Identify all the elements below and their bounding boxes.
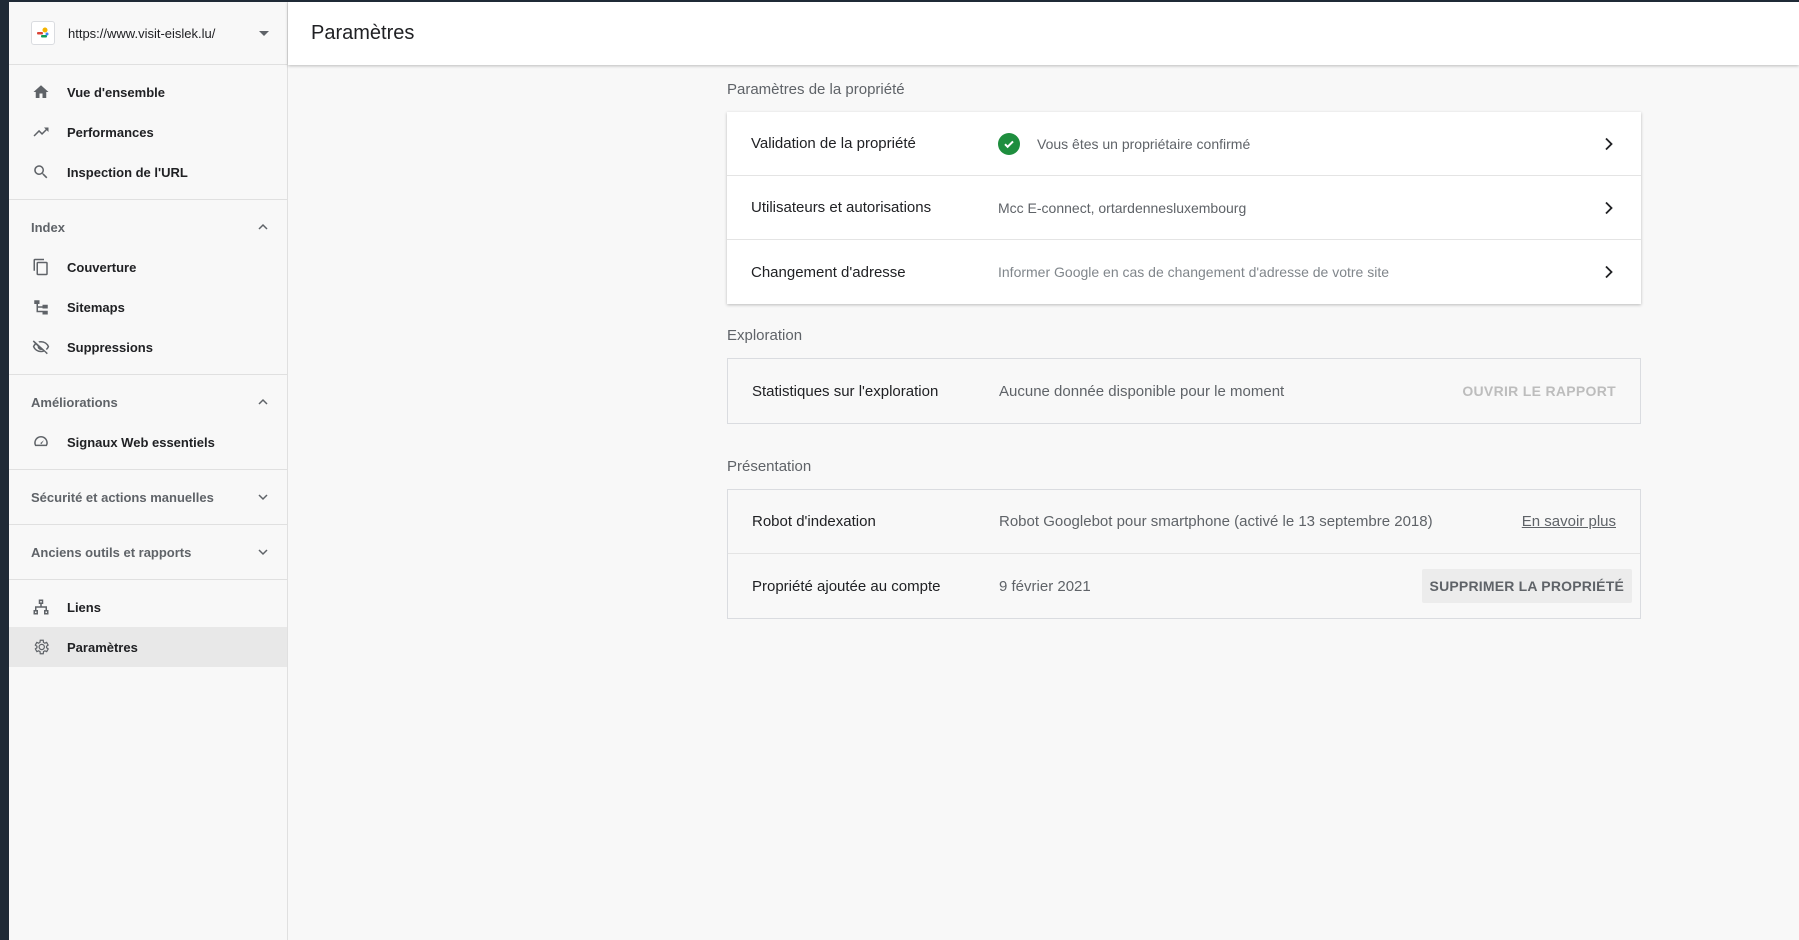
- row-title: Propriété ajoutée au compte: [752, 577, 941, 595]
- section-title: Index: [31, 219, 65, 235]
- row-title: Robot d'indexation: [752, 513, 876, 530]
- page-header: Paramètres: [288, 2, 1799, 65]
- property-settings-card: Validation de la propriété Vous êtes un …: [727, 112, 1641, 304]
- nav-group-legacy: Anciens outils et rapports: [9, 525, 287, 580]
- search-icon: [31, 162, 51, 182]
- sidebar-item-removals[interactable]: Suppressions: [9, 327, 287, 367]
- sidebar-item-overview[interactable]: Vue d'ensemble: [9, 72, 287, 112]
- speed-gauge-icon: [31, 432, 51, 452]
- section-header-index[interactable]: Index: [9, 207, 287, 247]
- row-change-of-address[interactable]: Changement d'adresse Informer Google en …: [727, 240, 1641, 304]
- section-header-enhancements[interactable]: Améliorations: [9, 382, 287, 422]
- sidebar-item-label: Vue d'ensemble: [67, 84, 165, 100]
- chevron-right-icon[interactable]: [1601, 264, 1617, 280]
- section-label-presentation: Présentation: [727, 458, 812, 475]
- sidebar: https://www.visit-eislek.lu/ Vue d'ensem…: [9, 2, 288, 940]
- row-value: Informer Google en cas de changement d'a…: [998, 264, 1390, 280]
- row-title: Changement d'adresse: [751, 263, 906, 281]
- section-label-property-settings: Paramètres de la propriété: [727, 81, 905, 98]
- row-value: Vous êtes un propriétaire confirmé: [998, 132, 1601, 155]
- chevron-up-icon: [257, 396, 269, 408]
- sidebar-item-settings[interactable]: Paramètres: [9, 627, 287, 667]
- row-value: Robot Googlebot pour smartphone (activé …: [999, 513, 1433, 530]
- sidebar-item-label: Signaux Web essentiels: [67, 434, 215, 450]
- row-indexing-crawler: Robot d'indexation Robot Googlebot pour …: [728, 490, 1640, 554]
- sidebar-item-label: Couverture: [67, 259, 137, 275]
- sidebar-item-sitemaps[interactable]: Sitemaps: [9, 287, 287, 327]
- row-value: 9 février 2021: [999, 577, 1091, 595]
- sidebar-item-label: Sitemaps: [67, 299, 125, 315]
- dropdown-caret-icon: [259, 30, 269, 36]
- gear-icon: [31, 637, 51, 657]
- sitemap-icon: [31, 297, 51, 317]
- sidebar-item-label: Performances: [67, 124, 154, 140]
- section-header-legacy[interactable]: Anciens outils et rapports: [9, 532, 287, 572]
- sidebar-item-label: Suppressions: [67, 339, 153, 355]
- copy-icon: [31, 257, 51, 277]
- open-report-button[interactable]: OUVRIR LE RAPPORT: [1462, 383, 1616, 399]
- sidebar-item-label: Liens: [67, 599, 101, 615]
- section-label-exploration: Exploration: [727, 327, 803, 344]
- nav-group-security: Sécurité et actions manuelles: [9, 470, 287, 525]
- presentation-card: Robot d'indexation Robot Googlebot pour …: [727, 489, 1641, 619]
- row-value: Mcc E-connect, ortardennesluxembourg: [998, 199, 1247, 216]
- exploration-card: Statistiques sur l'exploration Aucune do…: [727, 358, 1641, 424]
- verified-check-icon: [998, 132, 1020, 155]
- sidebar-item-core-web-vitals[interactable]: Signaux Web essentiels: [9, 422, 287, 462]
- property-url: https://www.visit-eislek.lu/: [68, 25, 216, 41]
- nav-group-main: Vue d'ensemble Performances Inspection d…: [9, 65, 287, 200]
- links-icon: [31, 597, 51, 617]
- chevron-up-icon: [257, 221, 269, 233]
- verification-status: Vous êtes un propriétaire confirmé: [1037, 135, 1251, 152]
- chevron-down-icon: [257, 546, 269, 558]
- property-selector[interactable]: https://www.visit-eislek.lu/: [9, 2, 287, 65]
- sidebar-item-performance[interactable]: Performances: [9, 112, 287, 152]
- home-icon: [31, 82, 51, 102]
- page-title: Paramètres: [311, 22, 415, 44]
- row-ownership-verification[interactable]: Validation de la propriété Vous êtes un …: [727, 112, 1641, 176]
- section-header-security[interactable]: Sécurité et actions manuelles: [9, 477, 287, 517]
- section-title: Améliorations: [31, 394, 118, 410]
- nav-group-enhancements: Améliorations Signaux Web essentiels: [9, 375, 287, 470]
- row-title: Utilisateurs et autorisations: [751, 199, 932, 216]
- chevron-down-icon: [257, 491, 269, 503]
- property-logo-icon: [31, 21, 55, 45]
- sidebar-item-links[interactable]: Liens: [9, 587, 287, 627]
- app-window: https://www.visit-eislek.lu/ Vue d'ensem…: [9, 2, 1799, 940]
- eye-off-icon: [31, 337, 51, 357]
- row-title: Validation de la propriété: [751, 135, 916, 152]
- row-title: Statistiques sur l'exploration: [752, 382, 939, 400]
- section-title: Sécurité et actions manuelles: [31, 489, 214, 505]
- sidebar-item-label: Inspection de l'URL: [67, 164, 188, 180]
- sidebar-item-url-inspection[interactable]: Inspection de l'URL: [9, 152, 287, 192]
- trending-up-icon: [31, 122, 51, 142]
- chevron-right-icon[interactable]: [1601, 136, 1617, 152]
- section-title: Anciens outils et rapports: [31, 544, 192, 560]
- row-users-permissions[interactable]: Utilisateurs et autorisations Mcc E-conn…: [727, 176, 1641, 240]
- row-property-added: Propriété ajoutée au compte 9 février 20…: [728, 554, 1640, 618]
- nav-group-index: Index Couverture Sitemaps Suppressions: [9, 200, 287, 375]
- chevron-right-icon[interactable]: [1601, 200, 1617, 216]
- learn-more-link[interactable]: En savoir plus: [1522, 513, 1616, 530]
- row-crawl-stats: Statistiques sur l'exploration Aucune do…: [728, 359, 1640, 423]
- row-value: Aucune donnée disponible pour le moment: [999, 382, 1285, 400]
- nav-group-bottom: Liens Paramètres: [9, 580, 287, 674]
- settings-content: Paramètres de la propriété Validation de…: [727, 80, 1641, 652]
- remove-property-button[interactable]: SUPPRIMER LA PROPRIÉTÉ: [1421, 569, 1632, 603]
- sidebar-item-label: Paramètres: [67, 639, 138, 655]
- sidebar-item-coverage[interactable]: Couverture: [9, 247, 287, 287]
